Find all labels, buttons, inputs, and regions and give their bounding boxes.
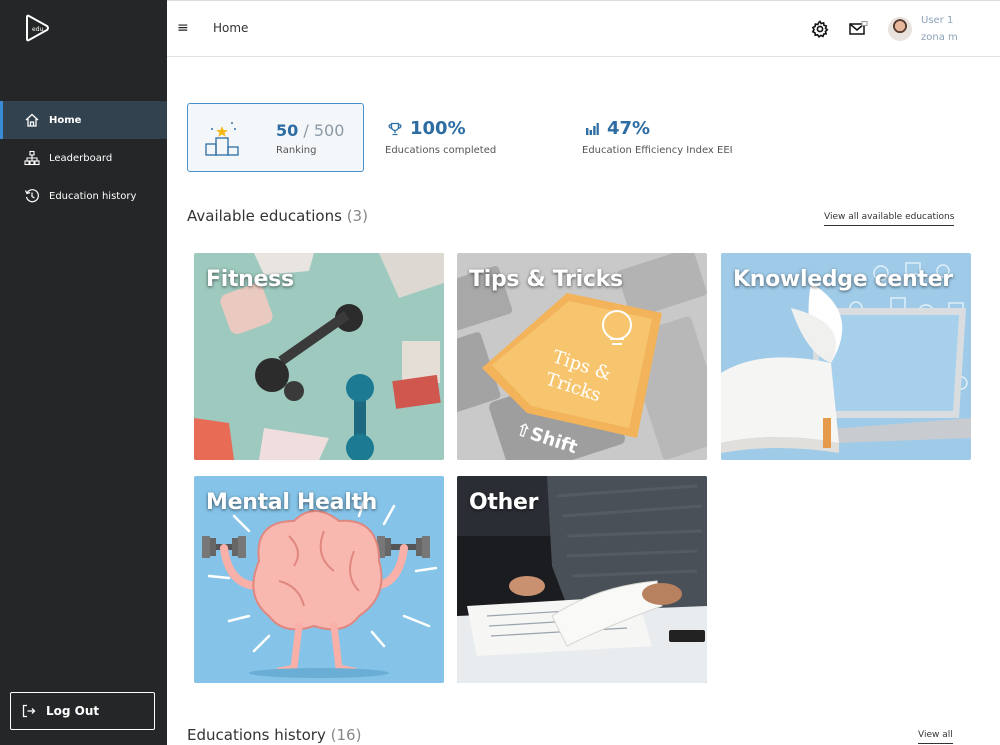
edu-logo[interactable]: edu <box>24 14 50 42</box>
sidebar-item-education-history[interactable]: Education history <box>0 177 167 215</box>
logout-icon <box>22 703 38 719</box>
eei-label: Education Efficiency Index EEI <box>582 145 733 156</box>
available-count: (3) <box>346 207 368 225</box>
logout-button[interactable]: Log Out <box>10 692 155 730</box>
avatar[interactable] <box>888 17 912 41</box>
history-title: Educations history <box>187 726 326 744</box>
eei-value: 47% <box>607 118 651 139</box>
sidebar-item-leaderboard[interactable]: Leaderboard <box>0 139 167 177</box>
card-title: Mental Health <box>206 490 378 515</box>
education-card-fitness[interactable]: Fitness <box>194 253 444 460</box>
ranking-total: / 500 <box>303 121 345 140</box>
sidebar-item-label: Leaderboard <box>49 152 113 164</box>
sidebar-item-home[interactable]: Home <box>0 101 167 139</box>
logo-text: edu <box>32 26 44 33</box>
available-educations-heading: Available educations (3) <box>187 207 368 225</box>
logout-label: Log Out <box>46 704 100 718</box>
card-title: Knowledge center <box>733 267 953 292</box>
ranking-label: Ranking <box>276 145 317 156</box>
educations-history-heading: Educations history (16) <box>187 726 361 744</box>
education-card-tips-tricks[interactable]: Tips & Tricks ⇧Shift Tips & Tricks <box>457 253 707 460</box>
card-title: Other <box>469 490 539 515</box>
top-header: ≡ Home User 1 zona m <box>167 0 1000 57</box>
sitemap-icon <box>23 149 41 167</box>
history-count: (16) <box>330 726 362 744</box>
card-title: Fitness <box>206 267 294 292</box>
education-card-knowledge-center[interactable]: Knowledge center <box>721 253 971 460</box>
view-all-available-link[interactable]: View all available educations <box>824 212 955 226</box>
home-icon <box>23 111 41 129</box>
completed-label: Educations completed <box>385 145 497 156</box>
available-title: Available educations <box>187 207 342 225</box>
ranking-card: 50 / 500 Ranking <box>187 103 364 172</box>
education-card-mental-health[interactable]: Mental Health <box>194 476 444 683</box>
bar-chart-icon <box>586 123 599 135</box>
history-icon <box>23 187 41 205</box>
mail-icon[interactable] <box>848 19 868 39</box>
podium-star-icon <box>205 122 239 156</box>
eei-stat: 47% Education Efficiency Index EEI <box>582 118 733 156</box>
ranking-value: 50 / 500 <box>276 121 344 140</box>
ranking-position: 50 <box>276 121 299 140</box>
completed-value: 100% <box>410 118 466 139</box>
gear-icon[interactable] <box>810 19 830 39</box>
sidebar-item-label: Home <box>49 114 82 126</box>
trophy-icon <box>388 122 402 136</box>
page-title: Home <box>213 21 249 35</box>
view-all-history-link[interactable]: View all <box>918 730 953 744</box>
card-title: Tips & Tricks <box>469 267 623 292</box>
completed-stat: 100% Educations completed <box>385 118 496 156</box>
education-card-other[interactable]: Other <box>457 476 707 683</box>
sidebar: edu Home Leaderboard Education history L… <box>0 0 167 745</box>
hamburger-menu-icon[interactable]: ≡ <box>177 20 189 36</box>
sidebar-item-label: Education history <box>49 190 137 202</box>
user-name[interactable]: User 1 <box>921 15 953 26</box>
user-subtitle: zona m <box>921 32 958 43</box>
